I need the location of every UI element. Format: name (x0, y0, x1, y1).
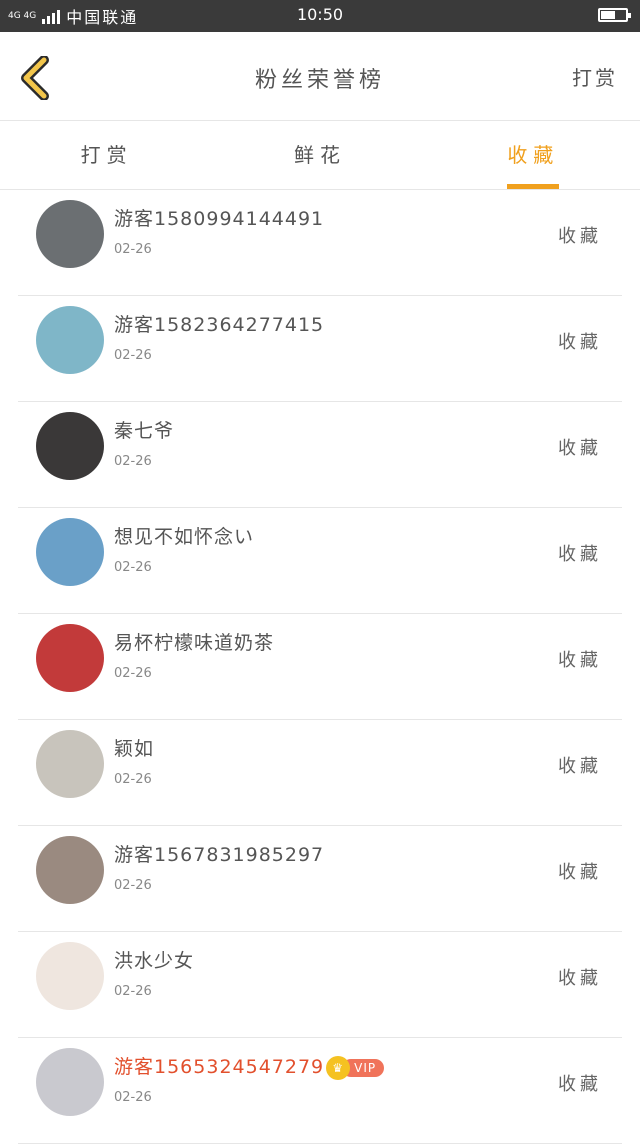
action-label: 收藏 (558, 862, 602, 883)
action-label: 收藏 (558, 1074, 602, 1095)
clock: 10:50 (296, 5, 344, 24)
action-label: 收藏 (558, 756, 602, 777)
avatar[interactable] (36, 942, 104, 1010)
date-label: 02-26 (114, 242, 152, 257)
crown-icon: ♛ (326, 1055, 351, 1080)
list-item[interactable]: 颖如 02-26 收藏 (18, 720, 622, 826)
date-label: 02-26 (114, 772, 152, 787)
avatar[interactable] (36, 836, 104, 904)
date-label: 02-26 (114, 1090, 152, 1105)
user-name: 游客1580994144491 (114, 208, 325, 230)
list-item[interactable]: 想见不如怀念い 02-26 收藏 (18, 508, 622, 614)
action-label: 收藏 (558, 332, 602, 353)
list-item[interactable]: 游客1565324547279 ♛ VIP 02-26 收藏 (18, 1038, 622, 1144)
avatar[interactable] (36, 412, 104, 480)
user-name: 游客1582364277415 (114, 314, 325, 336)
user-name: 洪水少女 (114, 950, 195, 972)
user-name: 秦七爷 (114, 420, 175, 442)
action-label: 收藏 (558, 968, 602, 989)
user-name: 颖如 (114, 738, 155, 760)
fans-list: 游客1580994144491 02-26 收藏 游客1582364277415… (18, 190, 622, 1144)
action-label: 收藏 (558, 438, 602, 459)
date-label: 02-26 (114, 454, 152, 469)
reward-button[interactable]: 打赏 (572, 62, 618, 91)
list-item[interactable]: 洪水少女 02-26 收藏 (18, 932, 622, 1038)
date-label: 02-26 (114, 666, 152, 681)
tab-reward[interactable]: 打赏 (0, 121, 213, 189)
list-item[interactable]: 易杯柠檬味道奶茶 02-26 收藏 (18, 614, 622, 720)
action-label: 收藏 (558, 226, 602, 247)
avatar[interactable] (36, 306, 104, 374)
avatar[interactable] (36, 730, 104, 798)
list-item[interactable]: 游客1567831985297 02-26 收藏 (18, 826, 622, 932)
user-name: 易杯柠檬味道奶茶 (114, 632, 275, 654)
avatar[interactable] (36, 624, 104, 692)
tab-favorites[interactable]: 收藏 (427, 121, 640, 189)
date-label: 02-26 (114, 560, 152, 575)
vip-badge: ♛ VIP (326, 1055, 385, 1080)
date-label: 02-26 (114, 984, 152, 999)
date-label: 02-26 (114, 348, 152, 363)
avatar[interactable] (36, 200, 104, 268)
status-bar: 4G 4G 中国联通 10:50 (0, 0, 640, 32)
list-item[interactable]: 游客1582364277415 02-26 收藏 (18, 296, 622, 402)
avatar[interactable] (36, 1048, 104, 1116)
user-name-row: 游客1565324547279 ♛ VIP (114, 1052, 385, 1080)
nav-header: 粉丝荣誉榜 打赏 (0, 32, 640, 121)
tab-bar: 打赏 鲜花 收藏 (0, 121, 640, 190)
user-name: 游客1565324547279 (114, 1056, 325, 1078)
action-label: 收藏 (558, 544, 602, 565)
action-label: 收藏 (558, 650, 602, 671)
page-title: 粉丝荣誉榜 (254, 68, 385, 93)
list-item[interactable]: 秦七爷 02-26 收藏 (18, 402, 622, 508)
user-name: 想见不如怀念い (114, 526, 255, 548)
battery-icon (598, 8, 631, 22)
avatar[interactable] (36, 518, 104, 586)
list-item[interactable]: 游客1580994144491 02-26 收藏 (18, 190, 622, 296)
date-label: 02-26 (114, 878, 152, 893)
user-name: 游客1567831985297 (114, 844, 325, 866)
tab-flowers[interactable]: 鲜花 (213, 121, 426, 189)
